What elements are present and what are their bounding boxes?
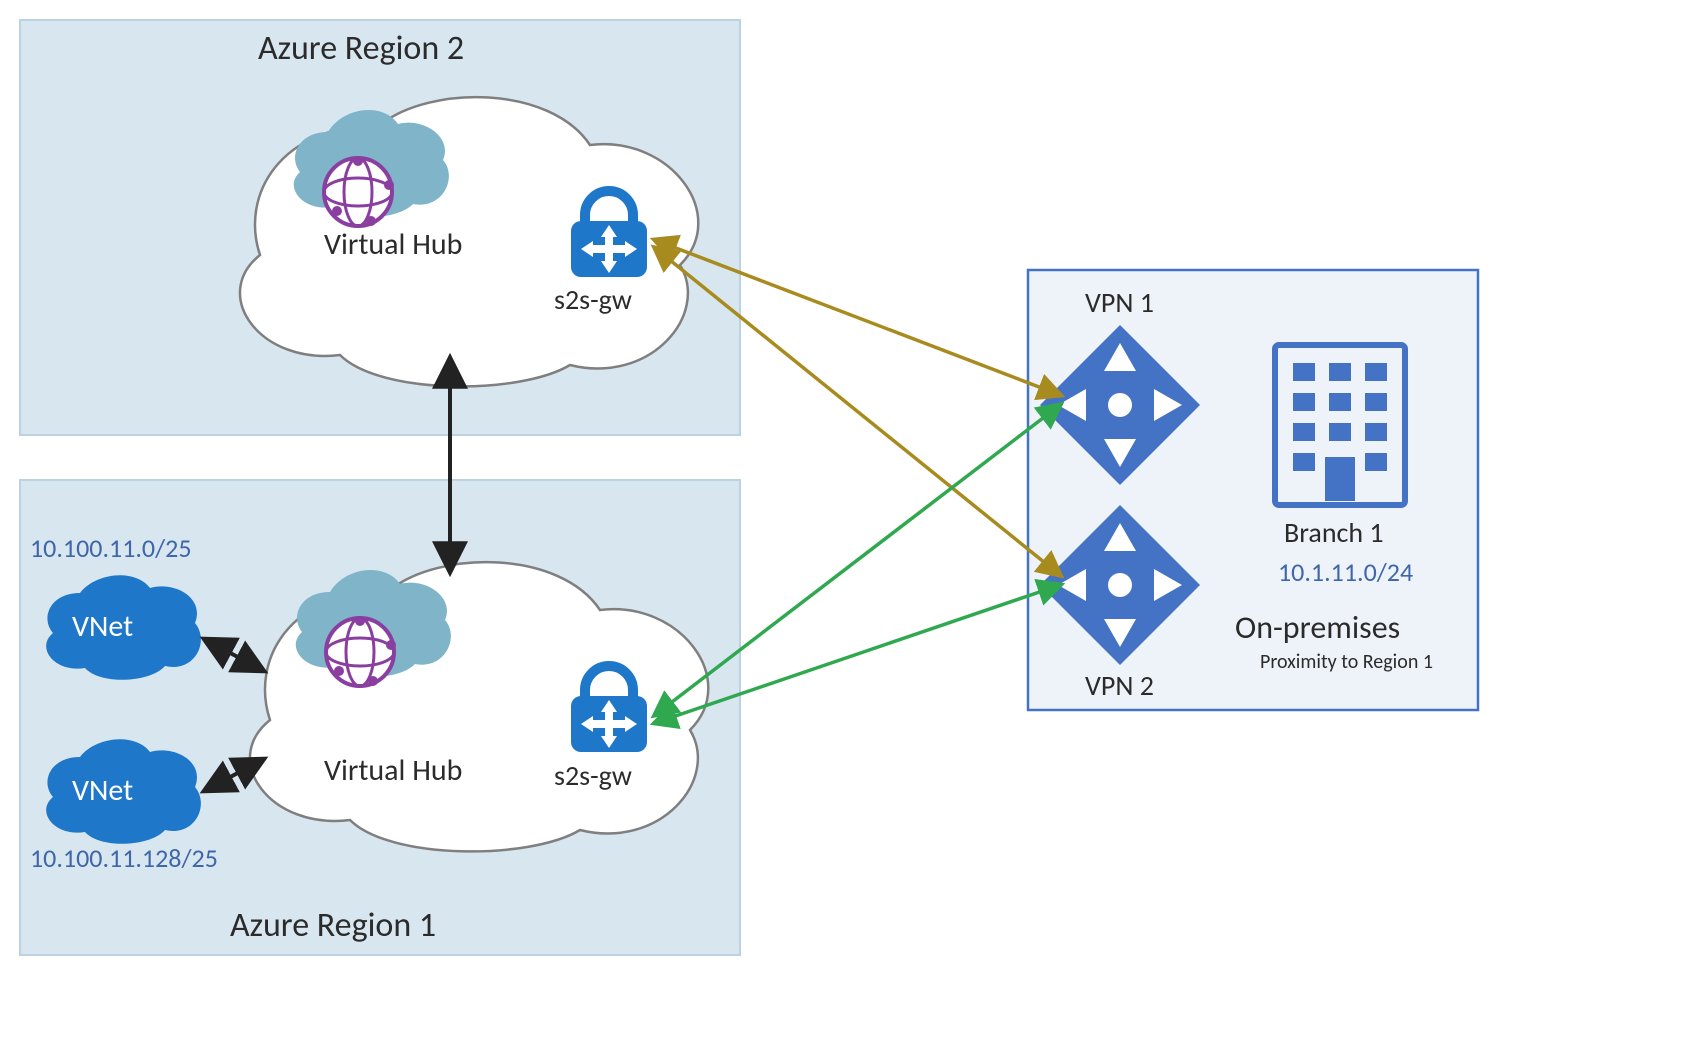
building-icon: [1275, 345, 1405, 505]
link-r1-vpn1: [655, 405, 1060, 715]
branch-cidr: 10.1.11.0/24: [1278, 556, 1413, 588]
region2-title: Azure Region 2: [258, 28, 464, 69]
s2s-gw-label-r1: s2s-gw: [554, 758, 632, 793]
vpn2-label: VPN 2: [1085, 668, 1154, 703]
virtual-hub-cloud-r2: [240, 97, 698, 386]
link-vnet-bottom: [206, 760, 262, 790]
virtual-hub-label-r1: Virtual Hub: [324, 752, 462, 789]
link-r2-vpn1: [655, 240, 1060, 395]
background-layer: [0, 0, 1708, 1061]
onprem-subtitle: Proximity to Region 1: [1260, 650, 1433, 674]
region1-title: Azure Region 1: [230, 905, 436, 946]
virtual-hub-cloud-r1: [250, 562, 708, 851]
vpn2-icon: [1040, 505, 1200, 665]
s2s-gw-icon-r2: [571, 191, 647, 277]
link-vnet-top: [206, 640, 262, 670]
vnet-top-label: VNet: [72, 608, 133, 645]
branch-label: Branch 1: [1284, 515, 1384, 550]
diagram-canvas: Azure Region 2 Virtual Hub s2s-gw Azure …: [0, 0, 1708, 1061]
onprem-title: On-premises: [1235, 608, 1400, 647]
link-r2-vpn2: [655, 248, 1060, 575]
vnet-cloud-bottom: [46, 739, 201, 844]
cidr-vnet-bottom: 10.100.11.128/25: [30, 842, 218, 874]
hub-icon-r1: [296, 570, 451, 686]
s2s-gw-label-r2: s2s-gw: [554, 282, 632, 317]
cidr-vnet-top: 10.100.11.0/25: [30, 532, 192, 564]
connector-layer: [0, 0, 1708, 1061]
virtual-hub-label-r2: Virtual Hub: [324, 226, 462, 263]
s2s-gw-icon-r1: [571, 666, 647, 752]
hub-icon-r2: [294, 110, 449, 226]
vnet-cloud-top: [46, 575, 201, 680]
vnet-bottom-label: VNet: [72, 772, 133, 809]
link-r1-vpn2: [655, 585, 1060, 723]
vpn1-icon: [1040, 325, 1200, 485]
vpn1-label: VPN 1: [1085, 285, 1154, 320]
